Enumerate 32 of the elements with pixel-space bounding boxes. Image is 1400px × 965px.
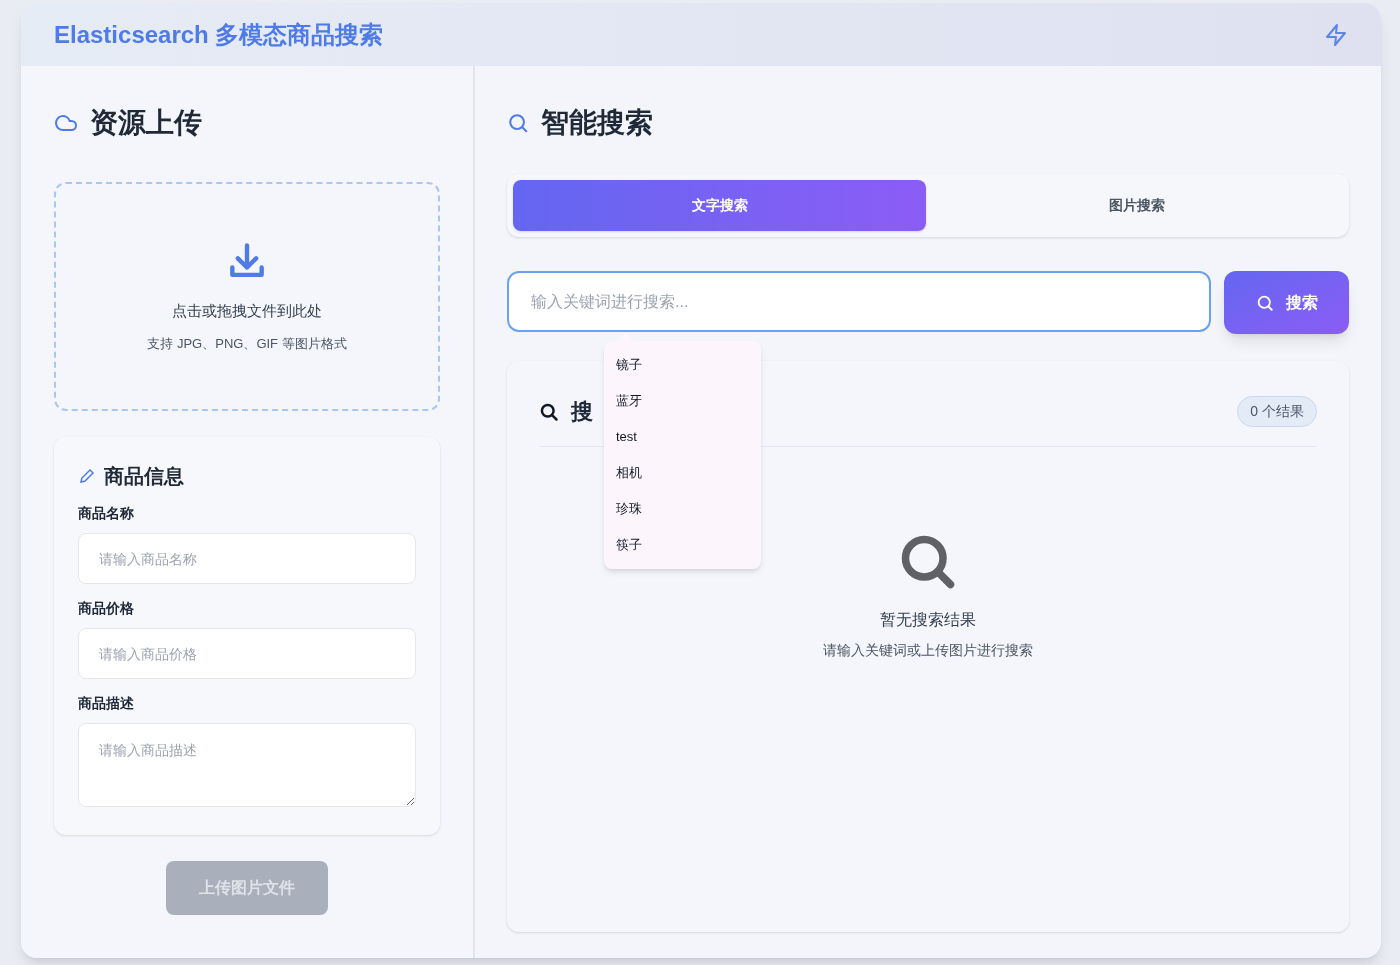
empty-state-hint: 请输入关键词或上传图片进行搜索: [823, 641, 1033, 660]
panel-title: 智能搜索: [541, 106, 653, 140]
panel-title: 资源上传: [90, 106, 202, 140]
field-label: 商品名称: [78, 504, 135, 523]
description-textarea[interactable]: 请输入商品描述: [78, 723, 416, 807]
app-title: Elasticsearch 多模态商品搜索: [54, 19, 384, 50]
suggestion-item[interactable]: 镜子: [604, 347, 761, 383]
search-button[interactable]: 搜索: [1224, 271, 1349, 334]
search-mode-tab[interactable]: 图片搜索: [930, 180, 1343, 231]
section-title: 商品信息: [104, 464, 184, 489]
dropzone-text: 点击或拖拽文件到此处: [172, 300, 322, 321]
field-label: 商品价格: [78, 599, 135, 618]
suggestion-item[interactable]: 相机: [604, 455, 761, 491]
suggestion-item[interactable]: 蓝牙: [604, 383, 761, 419]
search-field[interactable]: 输入关键词进行搜索...: [507, 271, 1211, 332]
suggestion-item[interactable]: test: [604, 419, 761, 455]
file-dropzone[interactable]: 点击或拖拽文件到此处 支持 JPG、PNG、GIF 等图片格式: [54, 182, 440, 411]
results-title: 搜: [571, 398, 593, 426]
suggestion-item[interactable]: 筷子: [604, 527, 761, 563]
pencil-icon: [78, 467, 96, 485]
lightning-icon[interactable]: [1324, 22, 1348, 47]
empty-state-title: 暂无搜索结果: [880, 610, 976, 630]
field-label: 商品描述: [78, 694, 135, 713]
result-count: 0 个结果: [1237, 396, 1317, 427]
dropzone-hint: 支持 JPG、PNG、GIF 等图片格式: [147, 335, 347, 353]
input-field[interactable]: 请输入商品名称: [78, 533, 416, 584]
suggestion-item[interactable]: 珍珠: [604, 491, 761, 527]
input-field[interactable]: 请输入商品价格: [78, 628, 416, 679]
search-icon: [539, 401, 559, 422]
search-mode-tab[interactable]: 文字搜索: [513, 180, 926, 231]
search-icon: [1255, 293, 1274, 312]
search-icon: [507, 112, 529, 134]
